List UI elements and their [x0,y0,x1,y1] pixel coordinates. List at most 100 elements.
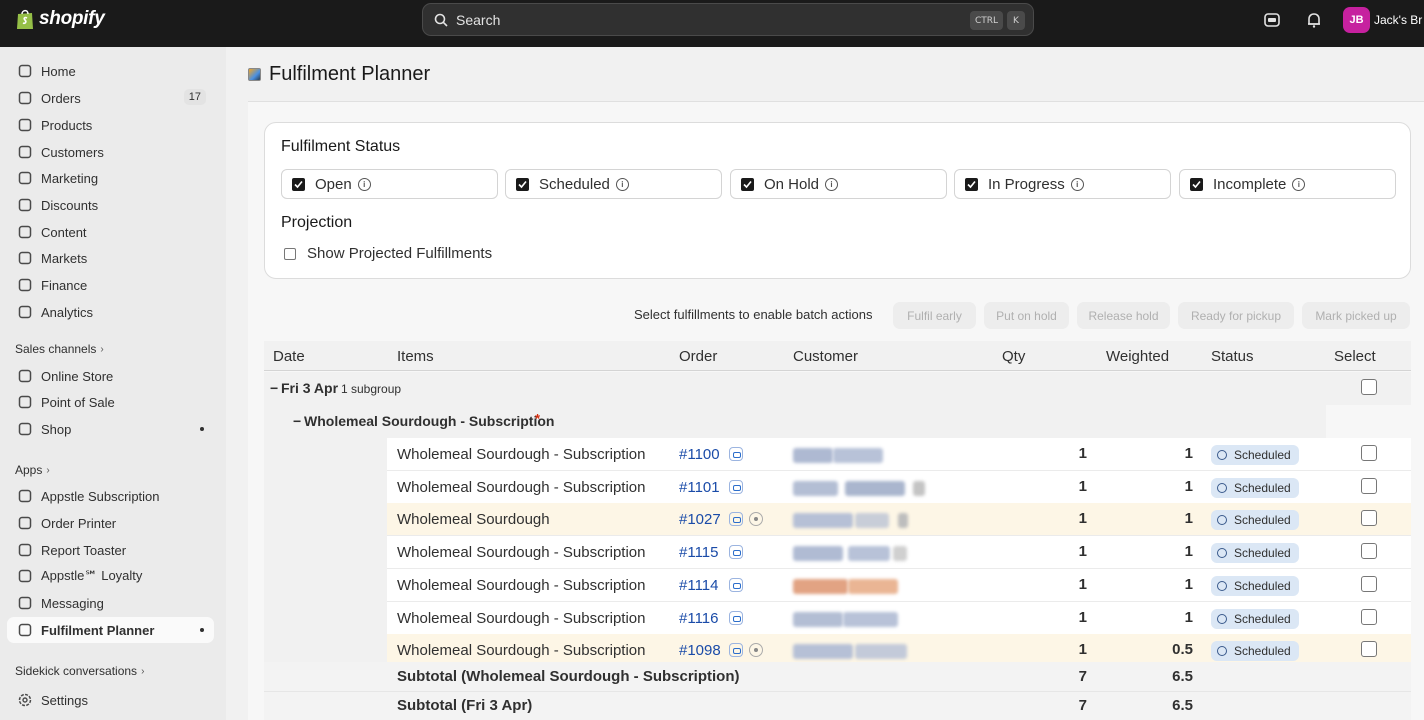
projection-checkbox[interactable] [284,247,296,260]
row-select-checkbox[interactable] [1361,477,1377,494]
sidebar-item-orders[interactable]: Orders 17 [7,85,214,111]
note-icon[interactable] [748,512,763,527]
checkbox-checked-icon[interactable] [1190,177,1203,191]
table-row[interactable]: Wholemeal Sourdough - Subscription #1100 1… [264,438,1411,471]
external-link-icon[interactable] [728,610,743,625]
sidebar-item-point-of-sale[interactable]: Point of Sale [7,389,214,415]
external-link-icon[interactable] [728,512,743,527]
put-on-hold-button[interactable]: Put on hold [984,302,1069,329]
external-link-icon[interactable] [728,545,743,560]
column-header-qty[interactable]: Qty [1002,348,1025,365]
info-icon[interactable]: i [825,177,839,191]
column-header-order[interactable]: Order [679,348,717,365]
column-header-items[interactable]: Items [397,348,434,365]
collapse-toggle[interactable]: − [293,413,301,429]
order-link[interactable]: #1098 [679,642,721,659]
order-link[interactable]: #1114 [679,577,719,594]
checkbox-checked-icon[interactable] [965,177,978,191]
note-icon[interactable] [748,643,763,658]
sidebar-item-fulfilment-planner[interactable]: Fulfilment Planner [7,617,214,643]
table-row[interactable]: Wholemeal Sourdough - Subscription #1115 1… [264,536,1411,570]
row-select-checkbox[interactable] [1361,445,1377,461]
sidebar-item-appstle-loyalty[interactable]: Appstle℠ Loyalty [7,563,214,589]
external-link-icon[interactable] [728,447,743,461]
row-select-checkbox[interactable] [1361,543,1377,560]
external-link-icon[interactable] [728,577,743,592]
status-filter-open[interactable]: Open i [281,169,498,199]
sales-channels-heading[interactable]: Sales channels › [15,342,104,356]
date-group-row[interactable]: − Fri 3 Apr 1 subgroup [264,372,1411,405]
collapse-toggle[interactable]: − [270,380,278,396]
checkbox-checked-icon[interactable] [292,177,305,191]
sidebar-item-online-store[interactable]: Online Store [7,363,214,389]
status-filter-in-progress[interactable]: In Progress i [954,169,1171,199]
order-link[interactable]: #1027 [679,511,721,528]
sidebar-item-marketing[interactable]: Marketing [7,165,214,191]
sidebar-item-customers[interactable]: Customers [7,139,214,165]
sidebar-item-shop[interactable]: Shop [7,416,214,442]
sidebar-item-home[interactable]: Home [7,58,214,84]
info-icon[interactable]: i [1070,177,1084,191]
item-group-row[interactable]: − Wholemeal Sourdough - Subscription * [264,405,1326,438]
sidebar-item-messaging[interactable]: Messaging [7,590,214,616]
table-row[interactable]: Wholemeal Sourdough - Subscription #1116 1… [264,601,1411,635]
weighted-value: 1 [1184,445,1193,462]
order-link[interactable]: #1101 [679,479,720,496]
shopify-logo[interactable]: shopify [15,8,105,30]
status-filter-on-hold[interactable]: On Hold i [730,169,947,199]
sidebar-item-order-printer[interactable]: Order Printer [7,510,214,536]
more-dot-icon[interactable] [200,427,204,431]
date-group-select-checkbox[interactable] [1361,379,1377,395]
sidebar-item-content[interactable]: Content [7,219,214,245]
column-header-weighted[interactable]: Weighted [1106,348,1169,365]
order-link[interactable]: #1100 [679,446,720,463]
store-name[interactable]: Jack's Br [1374,13,1422,27]
sidebar-item-appstle-subscription[interactable]: Appstle Subscription [7,483,214,509]
row-select-checkbox[interactable] [1361,510,1377,527]
sidebar-item-settings[interactable]: Settings [7,687,214,713]
column-header-customer[interactable]: Customer [793,348,858,365]
column-header-select[interactable]: Select [1334,348,1376,365]
fulfil-early-button[interactable]: Fulfil early [893,302,976,329]
table-row[interactable]: Wholemeal Sourdough - Subscription #1114 1… [264,568,1411,602]
sidebar-item-markets[interactable]: Markets [7,245,214,271]
user-avatar[interactable]: JB [1343,7,1370,33]
info-icon[interactable]: i [357,177,371,191]
checkbox-checked-icon[interactable] [741,177,754,191]
sidekick-icon[interactable] [1263,11,1281,29]
external-link-icon[interactable] [728,479,743,494]
order-link[interactable]: #1116 [679,610,719,627]
checkbox-checked-icon[interactable] [516,177,529,191]
info-icon[interactable]: i [615,177,629,191]
sidebar-item-discounts[interactable]: Discounts [7,192,214,218]
column-header-date[interactable]: Date [273,348,305,365]
scheduled-status-icon [1217,482,1227,493]
sidebar-item-report-toaster[interactable]: Report Toaster [7,537,214,563]
external-link-icon[interactable] [728,643,743,658]
row-select-checkbox[interactable] [1361,641,1377,658]
sidebar-item-products[interactable]: Products [7,112,214,138]
sidebar-item-analytics[interactable]: Analytics [7,299,214,325]
status-filter-incomplete[interactable]: Incomplete i [1179,169,1396,199]
row-select-checkbox[interactable] [1361,575,1377,592]
more-dot-icon[interactable] [200,628,204,632]
weighted-value: 1 [1184,543,1193,561]
table-row[interactable]: Wholemeal Sourdough #1027 1 1 Scheduled [264,503,1411,537]
ready-for-pickup-button[interactable]: Ready for pickup [1178,302,1294,329]
search-bar[interactable]: Search CTRL K [422,3,1034,36]
bell-icon[interactable] [1305,11,1323,29]
apps-heading[interactable]: Apps › [15,463,50,477]
sidekick-conversations-heading[interactable]: Sidekick conversations › [15,664,144,678]
sidebar-item-finance[interactable]: Finance [7,272,214,298]
column-header-status[interactable]: Status [1211,348,1254,365]
info-icon[interactable]: i [1292,177,1306,191]
status-filter-scheduled[interactable]: Scheduled i [505,169,722,199]
sidebar-item-label: Marketing [41,170,99,186]
row-select-checkbox[interactable] [1361,608,1377,625]
projection-toggle[interactable]: Show Projected Fulfillments [284,245,492,262]
order-link[interactable]: #1115 [679,544,719,561]
mark-picked-up-button[interactable]: Mark picked up [1302,302,1410,329]
chevron-right-icon: › [100,343,104,355]
table-row[interactable]: Wholemeal Sourdough - Subscription #1101 1… [264,470,1411,504]
release-hold-button[interactable]: Release hold [1077,302,1170,329]
